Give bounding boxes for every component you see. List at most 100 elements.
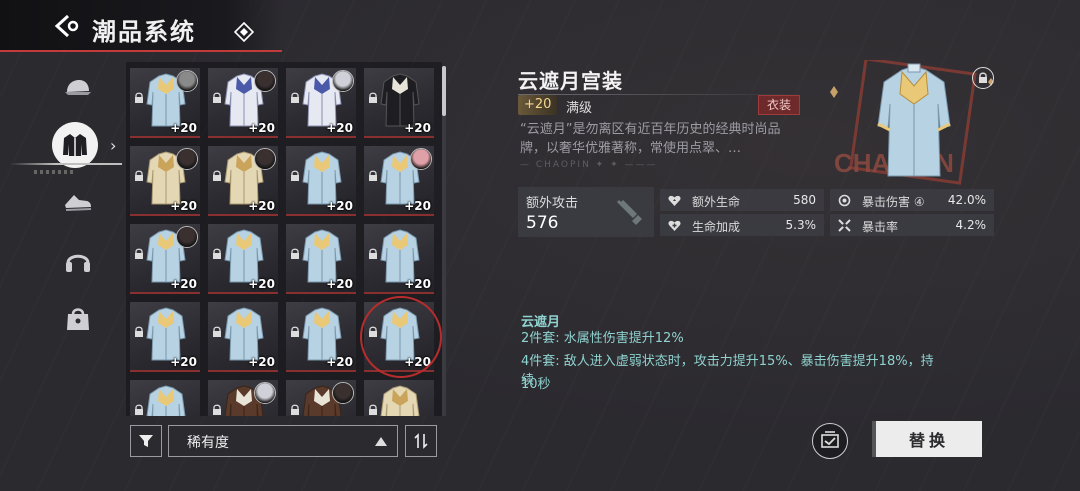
card-level: +20 — [404, 355, 431, 369]
card-level: +20 — [170, 355, 197, 369]
lock-icon — [213, 248, 221, 259]
nav-dots — [34, 170, 76, 174]
lock-icon — [213, 326, 221, 337]
outfit-card[interactable]: +20 — [208, 224, 278, 294]
sort-select[interactable]: 稀有度 — [168, 425, 398, 457]
heart-plus-icon — [668, 220, 681, 231]
lock-icon — [291, 248, 299, 259]
card-level: +20 — [248, 121, 275, 135]
stat-label: 生命加成 — [692, 220, 741, 234]
outfit-thumbnail — [302, 307, 342, 361]
crit-rate-icon — [838, 219, 851, 232]
lock-icon — [291, 170, 299, 181]
outfit-card[interactable] — [286, 380, 356, 416]
outfit-card[interactable]: +20 — [364, 68, 434, 138]
bag-icon — [67, 308, 89, 330]
outfit-thumbnail — [146, 307, 186, 361]
compare-button[interactable] — [812, 423, 848, 459]
card-level: +20 — [248, 277, 275, 291]
category-headphones[interactable] — [57, 240, 99, 282]
back-icon[interactable] — [54, 14, 84, 38]
stat-hp-bonus: 生命加成 5.3% — [660, 214, 824, 236]
outfit-card[interactable] — [208, 380, 278, 416]
character-avatar — [254, 382, 276, 404]
type-tag: 衣装 — [758, 95, 800, 115]
lock-icon — [213, 170, 221, 181]
lock-icon — [135, 170, 143, 181]
category-cap[interactable] — [57, 68, 99, 110]
outfit-thumbnail — [302, 151, 342, 205]
crit-damage-icon — [838, 194, 851, 207]
stat-value: 42.0% — [947, 193, 986, 207]
level-badge: +20 — [518, 95, 558, 115]
headphones-icon — [66, 254, 90, 272]
sort-order-button[interactable] — [405, 425, 437, 457]
outfit-card[interactable]: +20 — [208, 302, 278, 372]
outfit-card[interactable]: +20 — [130, 224, 200, 294]
filter-icon — [139, 435, 153, 447]
lock-icon — [369, 170, 377, 181]
outfit-card[interactable]: +20 — [360, 296, 442, 378]
page-title: 潮品系统 — [92, 18, 196, 46]
jacket-icon — [63, 134, 87, 156]
item-name: 云遮月宫装 — [518, 69, 623, 93]
category-jacket[interactable] — [52, 122, 98, 168]
grid-scrollbar[interactable] — [442, 66, 446, 416]
outfit-card[interactable]: +20 — [286, 146, 356, 216]
character-avatar — [254, 148, 276, 170]
replace-button[interactable]: 替换 — [872, 421, 982, 457]
lock-icon — [291, 92, 299, 103]
card-level: +20 — [248, 355, 275, 369]
character-avatar — [176, 148, 198, 170]
header-bar: 潮品系统 — [0, 0, 282, 52]
level-status: 满级 — [566, 101, 593, 116]
card-level: +20 — [326, 355, 353, 369]
card-level: +20 — [326, 121, 353, 135]
lock-icon — [135, 326, 143, 337]
outfit-card[interactable]: +20 — [364, 146, 434, 216]
card-level: +20 — [170, 277, 197, 291]
stat-extra-hp: 额外生命 580 — [660, 189, 824, 211]
stat-value: 4.2% — [955, 218, 987, 232]
lock-icon — [369, 326, 377, 337]
main-stat: 额外攻击 576 — [518, 187, 654, 237]
caret-up-icon — [375, 437, 387, 446]
scroll-thumb[interactable] — [442, 66, 446, 116]
lock-icon — [369, 248, 377, 259]
outfit-card[interactable]: +20 — [208, 68, 278, 138]
cap-icon — [65, 80, 91, 95]
outfit-card[interactable]: +20 — [130, 302, 200, 372]
lock-icon — [213, 92, 221, 103]
outfit-card[interactable]: +20 — [286, 68, 356, 138]
nav-divider — [10, 163, 122, 165]
card-level: +20 — [248, 199, 275, 213]
outfit-card[interactable]: +20 — [130, 146, 200, 216]
heart-icon — [668, 195, 681, 206]
outfit-card[interactable] — [364, 380, 434, 416]
category-bag[interactable] — [57, 298, 99, 340]
brand-strip: — CHAOPIN ✦ ✦ ——— — [520, 160, 658, 170]
character-avatar — [410, 148, 432, 170]
character-avatar — [176, 70, 198, 92]
outfit-card[interactable]: +20 — [286, 224, 356, 294]
outfit-thumbnail — [380, 73, 420, 127]
lock-icon — [135, 404, 143, 415]
outfit-card[interactable]: +20 — [208, 146, 278, 216]
item-grid[interactable]: +20 +20 +20 +20 +20 +20 +20 +20 +20 +20 +20 +20 +20 +… — [126, 62, 442, 416]
lock-icon — [213, 404, 221, 415]
stat-label: 暴击伤害 ④ — [862, 195, 925, 209]
lock-icon — [979, 72, 987, 83]
outfit-card[interactable]: +20 — [286, 302, 356, 372]
outfit-card[interactable]: +20 — [130, 68, 200, 138]
stat-label: 额外生命 — [692, 195, 741, 209]
stat-label: 暴击率 — [862, 220, 899, 234]
sort-order-icon — [414, 433, 428, 449]
outfit-card[interactable] — [130, 380, 200, 416]
outfit-card[interactable]: +20 — [364, 224, 434, 294]
category-shoes[interactable] — [57, 180, 99, 222]
outfit-thumbnail — [224, 229, 264, 283]
lock-toggle-button[interactable] — [972, 67, 994, 89]
outfit-thumbnail — [380, 385, 420, 416]
filter-button[interactable] — [130, 425, 162, 457]
set-name: 云遮月 — [521, 315, 561, 330]
